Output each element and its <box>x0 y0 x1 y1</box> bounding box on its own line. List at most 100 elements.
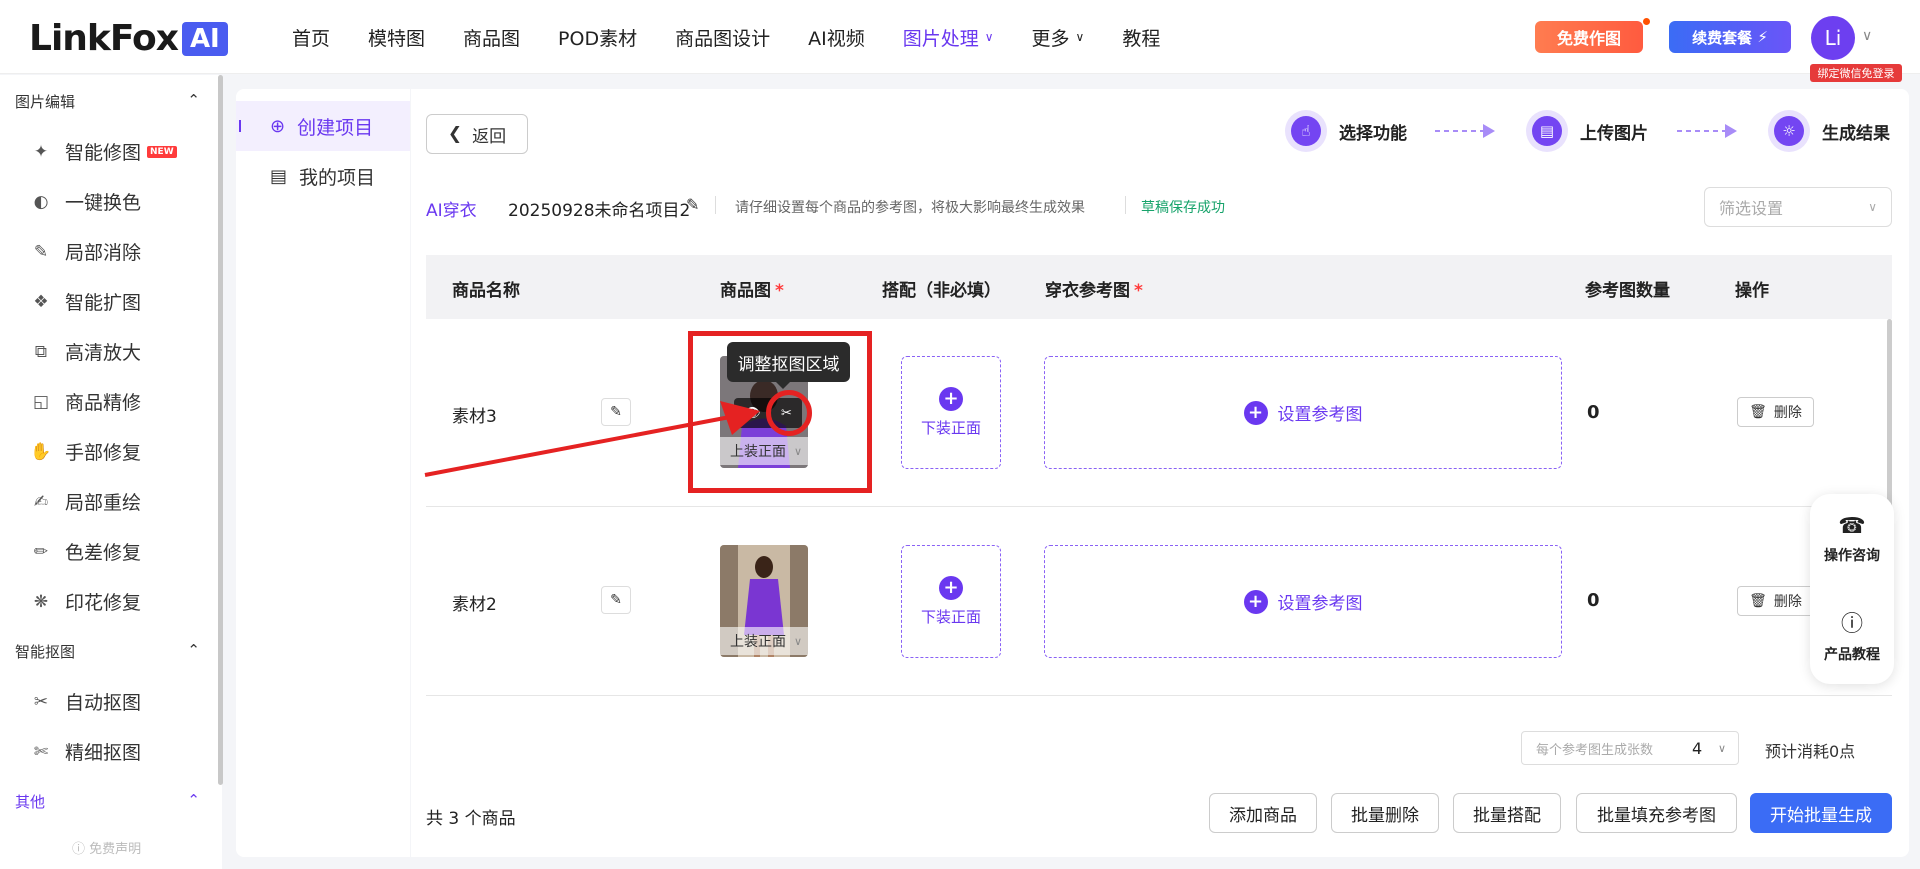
sidebar-item-smart-retouch[interactable]: ✦ 智能修图 NEW <box>30 138 177 165</box>
project-name: 20250928未命名项目2 <box>508 201 691 221</box>
sidebar-item-recolor[interactable]: ◐ 一键换色 <box>30 188 141 215</box>
plus-icon: + <box>939 387 963 411</box>
ref-label: 设置参考图 <box>1277 594 1363 614</box>
chevron-up-icon: ⌃ <box>187 791 200 809</box>
total-count: 共 3 个商品 <box>426 809 516 829</box>
create-project-item[interactable]: ⊕ 创建项目 <box>236 101 410 151</box>
expand-icon: ❖ <box>33 291 49 312</box>
question-circle-icon: ⓘ <box>1840 612 1863 637</box>
nav-item-pod[interactable]: POD素材 <box>558 24 637 51</box>
annotation-circle <box>766 390 812 436</box>
project-type-link[interactable]: AI穿衣 <box>426 196 477 221</box>
avatar[interactable]: Li <box>1811 16 1855 60</box>
disclaimer-link[interactable]: ⓘ 免费声明 <box>72 838 141 857</box>
help-float-panel: ☎ 操作咨询 ⓘ 产品教程 <box>1810 494 1894 684</box>
ref-label: 设置参考图 <box>1277 405 1363 425</box>
sidebar-item-label: 高清放大 <box>65 342 142 364</box>
nav-item-model[interactable]: 模特图 <box>368 24 425 51</box>
start-batch-generate-button[interactable]: 开始批量生成 <box>1750 793 1892 833</box>
step-arrow-icon <box>1677 124 1737 138</box>
match-upload-box[interactable]: + 下装正面 <box>901 545 1001 658</box>
delete-button[interactable]: 🗑 删除 <box>1737 397 1814 427</box>
sidebar-item-auto-cutout[interactable]: ✂ 自动抠图 <box>30 688 141 715</box>
add-product-button[interactable]: 添加商品 <box>1209 793 1317 833</box>
step-upload-image: ▤ 上传图片 <box>1526 110 1648 152</box>
col-header-name: 商品名称 <box>452 281 520 301</box>
sidebar-item-upscale[interactable]: ⧉ 高清放大 <box>30 338 141 365</box>
nav-item-tutorial[interactable]: 教程 <box>1122 24 1160 51</box>
col-header-action: 操作 <box>1735 281 1769 301</box>
filter-select[interactable]: 筛选设置 ∨ <box>1704 187 1892 227</box>
sidebar-item-hand-fix[interactable]: ✋ 手部修复 <box>30 438 141 465</box>
brush-icon: ✏ <box>33 541 49 562</box>
batch-delete-button[interactable]: 批量删除 <box>1331 793 1439 833</box>
project-panel <box>236 89 410 857</box>
sidebar-item-label: 手部修复 <box>65 442 142 464</box>
col-header-match: 搭配（非必填） <box>882 281 1001 301</box>
group-label: 其他 <box>15 793 46 811</box>
sidebar-item-product-refine[interactable]: ◱ 商品精修 <box>30 388 141 415</box>
bind-wechat-tag[interactable]: 绑定微信免登录 <box>1810 64 1902 82</box>
sidebar-item-label: 局部重绘 <box>65 492 142 514</box>
filter-placeholder: 筛选设置 <box>1719 199 1784 218</box>
repaint-icon: ✍ <box>33 491 49 512</box>
nav-item-video[interactable]: AI视频 <box>808 24 865 51</box>
lightning-icon: ⚡ <box>1757 28 1768 46</box>
step-circle: ☼ <box>1768 110 1810 152</box>
ref-image-box[interactable]: + 设置参考图 <box>1044 356 1562 469</box>
edit-name-button[interactable]: ✎ <box>601 586 631 614</box>
group-label: 图片编辑 <box>15 93 76 111</box>
chevron-down-icon[interactable]: ∨ <box>1862 28 1872 44</box>
sidebar-item-color-fix[interactable]: ✏ 色差修复 <box>30 538 141 565</box>
product-tutorial-button[interactable]: ⓘ 产品教程 <box>1810 606 1894 664</box>
hand-icon: ✋ <box>30 441 52 462</box>
chevron-up-icon: ⌃ <box>187 91 200 109</box>
logo[interactable]: LinkFox AI <box>29 18 228 59</box>
nav-item-design[interactable]: 商品图设计 <box>675 24 770 51</box>
estimated-cost: 预计消耗0点 <box>1765 742 1856 761</box>
my-projects-item[interactable]: ▤ 我的项目 <box>236 151 410 201</box>
nav-item-image-processing[interactable]: 图片处理 ∨ <box>903 24 994 51</box>
back-label: 返回 <box>472 126 507 147</box>
row-divider <box>426 695 1892 696</box>
sidebar-group-cutout[interactable]: 智能抠图 ⌃ <box>15 641 200 662</box>
delete-button[interactable]: 🗑 删除 <box>1737 586 1814 616</box>
my-projects-label: 我的项目 <box>299 166 376 189</box>
sidebar-item-label: 商品精修 <box>65 392 142 414</box>
sidebar-item-repaint[interactable]: ✍ 局部重绘 <box>30 488 141 515</box>
plus-icon: + <box>939 576 963 600</box>
ref-count: 0 <box>1587 590 1600 611</box>
back-button[interactable]: ❮ 返回 <box>426 114 528 154</box>
thumb-type-select[interactable]: 上装正面 ∨ <box>720 627 820 655</box>
lightbulb-icon: ☼ <box>1774 116 1804 146</box>
sidebar-scrollbar[interactable] <box>218 75 223 785</box>
free-create-button[interactable]: 免费作图 <box>1535 21 1643 53</box>
ref-image-box[interactable]: + 设置参考图 <box>1044 545 1562 658</box>
per-ref-count-select[interactable]: 每个参考图生成张数 4 ∨ <box>1521 731 1739 765</box>
consult-button[interactable]: ☎ 操作咨询 <box>1810 514 1894 565</box>
batch-fill-ref-button[interactable]: 批量填充参考图 <box>1576 793 1737 833</box>
divider <box>1125 196 1126 214</box>
upload-image-icon: ▤ <box>1532 116 1562 146</box>
nav-item-product[interactable]: 商品图 <box>463 24 520 51</box>
col-header-label: 穿衣参考图 <box>1045 281 1130 301</box>
step-select-function: ☝ 选择功能 <box>1285 110 1407 152</box>
match-upload-box[interactable]: + 下装正面 <box>901 356 1001 469</box>
nav-item-home[interactable]: 首页 <box>292 24 330 51</box>
upscale-icon: ⧉ <box>34 341 48 362</box>
pencil-icon: ✎ <box>610 592 622 608</box>
pattern-icon: ❋ <box>33 591 49 612</box>
sidebar-group-other[interactable]: 其他 ⌃ <box>15 791 200 812</box>
sidebar-item-expand[interactable]: ❖ 智能扩图 <box>30 288 141 315</box>
renew-plan-button[interactable]: 续费套餐 ⚡ <box>1669 21 1791 53</box>
sidebar-item-erase[interactable]: ✎ 局部消除 <box>30 238 141 265</box>
step-circle: ▤ <box>1526 110 1568 152</box>
batch-match-button[interactable]: 批量搭配 <box>1453 793 1561 833</box>
sidebar-item-label: 智能修图 <box>65 142 142 164</box>
eraser-icon: ✎ <box>33 241 49 262</box>
pencil-icon[interactable]: ✎ <box>686 195 699 214</box>
sidebar-group-edit[interactable]: 图片编辑 ⌃ <box>15 91 200 112</box>
nav-item-more[interactable]: 更多 ∨ <box>1032 24 1085 51</box>
sidebar-item-print-fix[interactable]: ❋ 印花修复 <box>30 588 141 615</box>
sidebar-item-fine-cutout[interactable]: ✄ 精细抠图 <box>30 738 141 765</box>
